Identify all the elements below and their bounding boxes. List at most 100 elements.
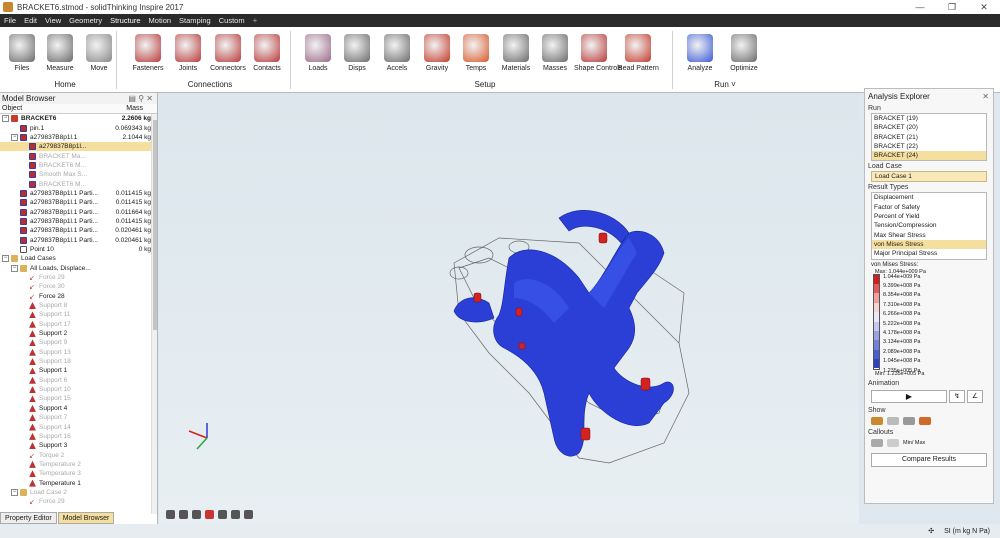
tree-row[interactable]: Support 3	[0, 441, 157, 450]
tree-row[interactable]: − Load Cases	[0, 254, 157, 263]
tree-row[interactable]: ↙ Force 29	[0, 497, 157, 506]
column-object[interactable]: Object	[0, 104, 111, 113]
run-item[interactable]: BRACKET (24)	[872, 151, 986, 161]
menu-file[interactable]: File	[4, 14, 16, 27]
tree-row[interactable]: ↙ Force 30	[0, 282, 157, 291]
tree-row[interactable]: Support 16	[0, 432, 157, 441]
menu-view[interactable]: View	[45, 14, 61, 27]
tree-row[interactable]: a279837B8p1l.1 Parti... 0.020461 kg	[0, 226, 157, 235]
run-item[interactable]: BRACKET (20)	[872, 123, 986, 132]
units-icon[interactable]: ✣	[928, 527, 934, 535]
tree-row[interactable]: Temperature 2	[0, 460, 157, 469]
expand-toggle-icon[interactable]: −	[2, 255, 9, 263]
tool-shapecontrols-button[interactable]: Shape Controls	[574, 30, 622, 72]
result-types-list[interactable]: Displacement Factor of Safety Percent of Y…	[871, 192, 987, 260]
result-type-item[interactable]: Tension/Compression	[872, 221, 986, 230]
tree-row[interactable]: Support 13	[0, 348, 157, 357]
tab-property-editor[interactable]: Property Editor	[0, 512, 57, 524]
result-type-item[interactable]: von Mises Stress	[872, 239, 986, 250]
show-loads-icon[interactable]	[887, 416, 899, 425]
expand-toggle-icon[interactable]: −	[11, 133, 18, 141]
tree-row[interactable]: Support 7	[0, 413, 157, 422]
tree-row[interactable]: a279837B8p1l.1 Parti... 0.011415 kg	[0, 217, 157, 226]
menu-edit[interactable]: Edit	[24, 14, 37, 27]
result-type-item[interactable]: Major Principal Stress	[872, 249, 986, 258]
tree-row[interactable]: − All Loads, Displace...	[0, 264, 157, 273]
tool-accels-button[interactable]: Accels	[377, 30, 417, 72]
tool-optimize-button[interactable]: Optimize	[724, 30, 764, 72]
minimize-button[interactable]: —	[904, 0, 936, 14]
view-tool-icon[interactable]	[179, 510, 188, 519]
group-label-run[interactable]: Run ˅	[700, 80, 750, 89]
panel-options-icon[interactable]: ▤ ⚲ ✕	[128, 94, 153, 103]
tree-row[interactable]: Support 11	[0, 310, 157, 319]
tool-connectors-button[interactable]: Connectors	[208, 30, 248, 72]
close-button[interactable]: ✕	[968, 0, 1000, 14]
run-list[interactable]: BRACKET (19) BRACKET (20) BRACKET (21) BRAC…	[871, 113, 987, 162]
tree-scroll-thumb[interactable]	[153, 120, 157, 330]
tool-disps-button[interactable]: Disps	[337, 30, 377, 72]
view-tool-icon[interactable]	[244, 510, 253, 519]
view-tool-icon[interactable]	[231, 510, 240, 519]
bracket-model-render[interactable]	[159, 93, 859, 524]
tool-fasteners-button[interactable]: Fasteners	[128, 30, 168, 72]
tool-materials-button[interactable]: Materials	[496, 30, 536, 72]
tool-joints-button[interactable]: Joints	[168, 30, 208, 72]
tool-move-button[interactable]: Move	[79, 30, 119, 72]
menu-motion[interactable]: Motion	[149, 14, 172, 27]
3d-viewport[interactable]	[159, 93, 859, 524]
restore-button[interactable]: ❐	[936, 0, 968, 14]
result-type-item[interactable]: Percent of Yield	[872, 212, 986, 221]
animation-settings-button[interactable]: ∠	[967, 389, 983, 403]
tool-loads-button[interactable]: Loads	[298, 30, 338, 72]
view-tool-icon[interactable]	[192, 510, 201, 519]
compare-results-button[interactable]: Compare Results	[871, 452, 987, 467]
tree-row[interactable]: Temperature 1	[0, 478, 157, 487]
show-deformed-icon[interactable]	[871, 416, 883, 425]
tree-row[interactable]: Support 18	[0, 357, 157, 366]
expand-toggle-icon[interactable]: −	[11, 264, 18, 272]
tree-row[interactable]: a279837B8p1l...	[0, 142, 157, 152]
callout-table-icon[interactable]	[887, 438, 899, 447]
view-tool-icon[interactable]	[218, 510, 227, 519]
tool-files-button[interactable]: Files	[2, 30, 42, 72]
tree-row[interactable]: a279837B8p1l.1 Parti... 0.011664 kg	[0, 207, 157, 216]
tab-model-browser[interactable]: Model Browser	[57, 512, 115, 524]
expand-toggle-icon[interactable]: −	[11, 488, 18, 496]
tree-row[interactable]: ↙ Torque 2	[0, 450, 157, 460]
tree-row[interactable]: Smooth Max S...	[0, 170, 157, 179]
result-type-item[interactable]: Displacement	[872, 193, 986, 202]
tree-row[interactable]: Support 6	[0, 376, 157, 385]
view-tool-icon[interactable]	[205, 510, 214, 519]
close-icon[interactable]: ✕	[982, 92, 989, 101]
tree-row[interactable]: a279837B8p1l.1 Parti... 0.011415 kg	[0, 198, 157, 207]
animation-mode-button[interactable]: ↯	[949, 389, 965, 403]
tree-row[interactable]: BRACKET Ma...	[0, 151, 157, 160]
menu-stamping[interactable]: Stamping	[179, 14, 211, 27]
result-type-item[interactable]: Max Shear Stress	[872, 231, 986, 240]
tree-row[interactable]: Support 8	[0, 301, 157, 310]
tree-row[interactable]: Support 17	[0, 320, 157, 329]
tree-row[interactable]: Support 14	[0, 422, 157, 431]
min-max-callout-button[interactable]: Min/ Max	[903, 440, 925, 446]
tree-row[interactable]: Point 10 0 kg	[0, 245, 157, 254]
tool-analyze-button[interactable]: Analyze	[680, 30, 720, 72]
play-button[interactable]: ▶	[871, 389, 947, 403]
tree-row[interactable]: ↙ Force 28	[0, 292, 157, 301]
tree-row[interactable]: BRACKET6 M...	[0, 161, 157, 170]
tree-row[interactable]: − a279837B8p1l.1 2.1044 kg	[0, 133, 157, 142]
units-selector[interactable]: SI (m kg N Pa)	[944, 528, 990, 535]
tree-row[interactable]: Support 2	[0, 329, 157, 338]
expand-toggle-icon[interactable]: −	[2, 115, 9, 123]
tree-row[interactable]: Support 10	[0, 385, 157, 394]
view-tool-icon[interactable]	[166, 510, 175, 519]
menu-custom[interactable]: Custom	[219, 14, 245, 27]
tree-row[interactable]: Support 4	[0, 404, 157, 413]
tree-row[interactable]: − Load Case 2	[0, 488, 157, 497]
tree-row[interactable]: BRACKET6 M...	[0, 179, 157, 188]
tool-measure-button[interactable]: Measure	[40, 30, 80, 72]
column-mass[interactable]: Mass	[111, 104, 157, 113]
run-item[interactable]: BRACKET (21)	[872, 133, 986, 142]
show-supports-icon[interactable]	[903, 416, 915, 425]
load-case-select[interactable]: Load Case 1	[871, 171, 987, 183]
